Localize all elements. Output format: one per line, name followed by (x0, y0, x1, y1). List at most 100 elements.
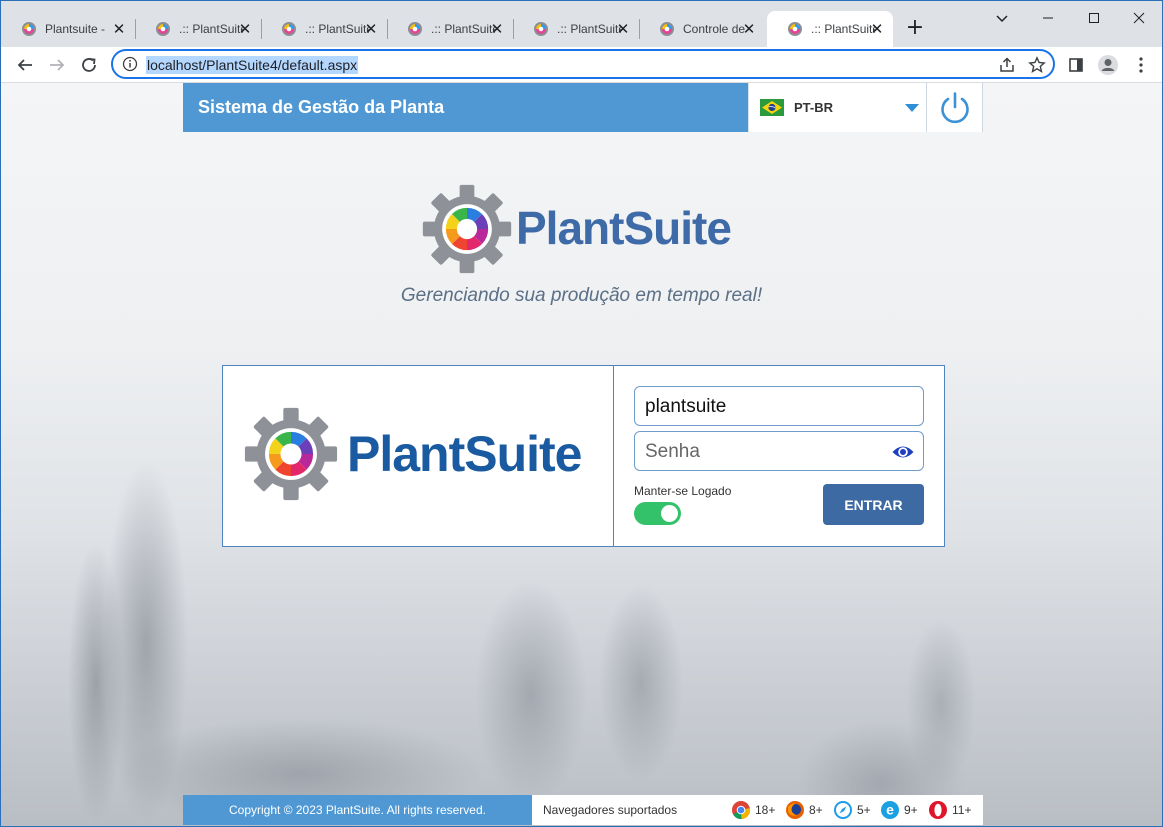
power-button[interactable] (926, 83, 983, 132)
back-button[interactable] (12, 52, 38, 78)
address-bar[interactable]: localhost/PlantSuite4/default.aspx (111, 49, 1055, 79)
tab-1[interactable]: .:: PlantSuite ✕ (135, 11, 261, 47)
plantsuite-gear-logo-icon (244, 407, 338, 501)
plantsuite-gear-logo-icon (422, 184, 512, 274)
forward-button[interactable] (44, 52, 70, 78)
tab-title: Plantsuite - (45, 22, 106, 36)
browser-version: 9+ (904, 803, 918, 817)
maximize-button[interactable] (1071, 1, 1117, 35)
plantsuite-favicon-icon (788, 22, 802, 36)
plantsuite-favicon-icon (534, 22, 548, 36)
opera-icon (929, 801, 947, 819)
browser-ie: e 9+ (880, 800, 918, 820)
arrow-left-icon (17, 59, 32, 71)
page-title: Sistema de Gestão da Planta (198, 97, 445, 117)
minimize-button[interactable] (1025, 1, 1071, 35)
tab-title: Controle de (683, 22, 746, 36)
tab-search-button[interactable] (979, 1, 1025, 35)
hero-brand-name: PlantSuite (516, 202, 732, 254)
svg-text:e: e (886, 802, 894, 818)
new-tab-button[interactable]: + (905, 17, 925, 39)
browser-opera: 11+ (928, 800, 971, 820)
browser-toolbar: localhost/PlantSuite4/default.aspx (1, 47, 1162, 83)
copyright-text: Copyright © 2023 PlantSuite. All rights … (183, 795, 532, 825)
app-header: Sistema de Gestão da Planta PT-BR (183, 83, 983, 132)
tab-0[interactable]: Plantsuite - ✕ (1, 11, 135, 47)
plantsuite-favicon-icon (156, 22, 170, 36)
caret-down-icon[interactable] (905, 104, 919, 112)
close-icon[interactable]: ✕ (489, 21, 505, 37)
browser-chrome: 18+ (731, 800, 775, 820)
chevron-down-icon (996, 15, 1008, 23)
reload-button[interactable] (76, 52, 102, 78)
tab-strip: Plantsuite - ✕ .:: PlantSuite ✕ .:: Plan… (1, 1, 1162, 47)
minimize-icon (1043, 17, 1053, 19)
close-icon[interactable]: ✕ (363, 21, 379, 37)
maximize-icon (1089, 13, 1099, 23)
close-icon[interactable]: ✕ (869, 21, 885, 37)
login-card: PlantSuite Manter-se Logado ENTRAR (222, 365, 945, 547)
supported-browsers: Navegadores suportados 18+ 8+ 5+ e 9+ 11… (532, 795, 983, 825)
toggle-knob (661, 505, 678, 522)
tab-title: .:: PlantSuite (305, 22, 369, 36)
close-icon[interactable]: ✕ (615, 21, 631, 37)
plantsuite-favicon-icon (408, 22, 422, 36)
tab-5[interactable]: Controle de ✕ (639, 11, 765, 47)
username-input[interactable] (645, 395, 885, 419)
page-footer: Copyright © 2023 PlantSuite. All rights … (183, 795, 983, 825)
page-content: Sistema de Gestão da Planta PT-BR PlantS… (1, 83, 1162, 826)
tagline: Gerenciando sua produção em tempo real! (400, 285, 763, 306)
tab-2[interactable]: .:: PlantSuite ✕ (261, 11, 387, 47)
firefox-icon (786, 801, 804, 819)
close-window-button[interactable] (1116, 1, 1162, 35)
password-field[interactable] (634, 431, 924, 471)
eye-icon[interactable] (891, 442, 915, 462)
ie-icon: e (881, 801, 899, 819)
side-panel-button[interactable] (1065, 54, 1087, 76)
hero-logo: PlantSuite (421, 183, 751, 275)
menu-button[interactable] (1130, 54, 1152, 76)
info-icon[interactable] (122, 56, 138, 72)
language-selector[interactable]: PT-BR (748, 83, 926, 132)
tab-title: .:: PlantSuite (431, 22, 495, 36)
browser-safari: 5+ (833, 800, 871, 820)
kebab-menu-icon (1139, 57, 1143, 73)
header-title-bar: Sistema de Gestão da Planta (183, 83, 748, 132)
arrow-right-icon (50, 59, 65, 71)
browser-version: 5+ (857, 803, 871, 817)
power-icon (940, 91, 969, 123)
card-logo: PlantSuite (243, 406, 603, 506)
chrome-icon (732, 801, 751, 820)
browser-version: 11+ (952, 803, 972, 817)
login-submit-button[interactable]: ENTRAR (823, 484, 924, 525)
brazil-flag-icon (760, 99, 784, 116)
avatar-icon (1098, 55, 1118, 75)
username-field[interactable] (634, 386, 924, 426)
tab-3[interactable]: .:: PlantSuite ✕ (387, 11, 513, 47)
supported-browsers-label: Navegadores suportados (543, 803, 678, 817)
plantsuite-favicon-icon (660, 22, 674, 36)
tab-6-active[interactable]: .:: PlantSuite ✕ (767, 11, 893, 47)
close-icon (1133, 12, 1145, 24)
password-input[interactable] (645, 440, 885, 464)
url-text[interactable]: localhost/PlantSuite4/default.aspx (146, 56, 359, 74)
plantsuite-favicon-icon (22, 22, 36, 36)
side-panel-icon (1069, 58, 1083, 72)
share-icon[interactable] (998, 56, 1016, 74)
bookmark-star-icon[interactable] (1028, 56, 1046, 74)
close-icon[interactable]: ✕ (237, 21, 253, 37)
tab-title: .:: PlantSuite (179, 22, 243, 36)
tab-4[interactable]: .:: PlantSuite ✕ (513, 11, 639, 47)
reload-icon (82, 58, 96, 72)
profile-button[interactable] (1097, 54, 1119, 76)
keep-logged-label: Manter-se Logado (634, 484, 732, 498)
keep-logged-toggle[interactable] (634, 502, 681, 525)
close-icon[interactable]: ✕ (741, 21, 757, 37)
login-card-logo-panel: PlantSuite (223, 366, 614, 546)
browser-window: Plantsuite - ✕ .:: PlantSuite ✕ .:: Plan… (0, 0, 1163, 827)
plantsuite-favicon-icon (282, 22, 296, 36)
browser-firefox: 8+ (785, 800, 823, 820)
browser-version: 18+ (755, 803, 776, 817)
language-label: PT-BR (794, 100, 833, 115)
close-icon[interactable]: ✕ (111, 21, 127, 37)
